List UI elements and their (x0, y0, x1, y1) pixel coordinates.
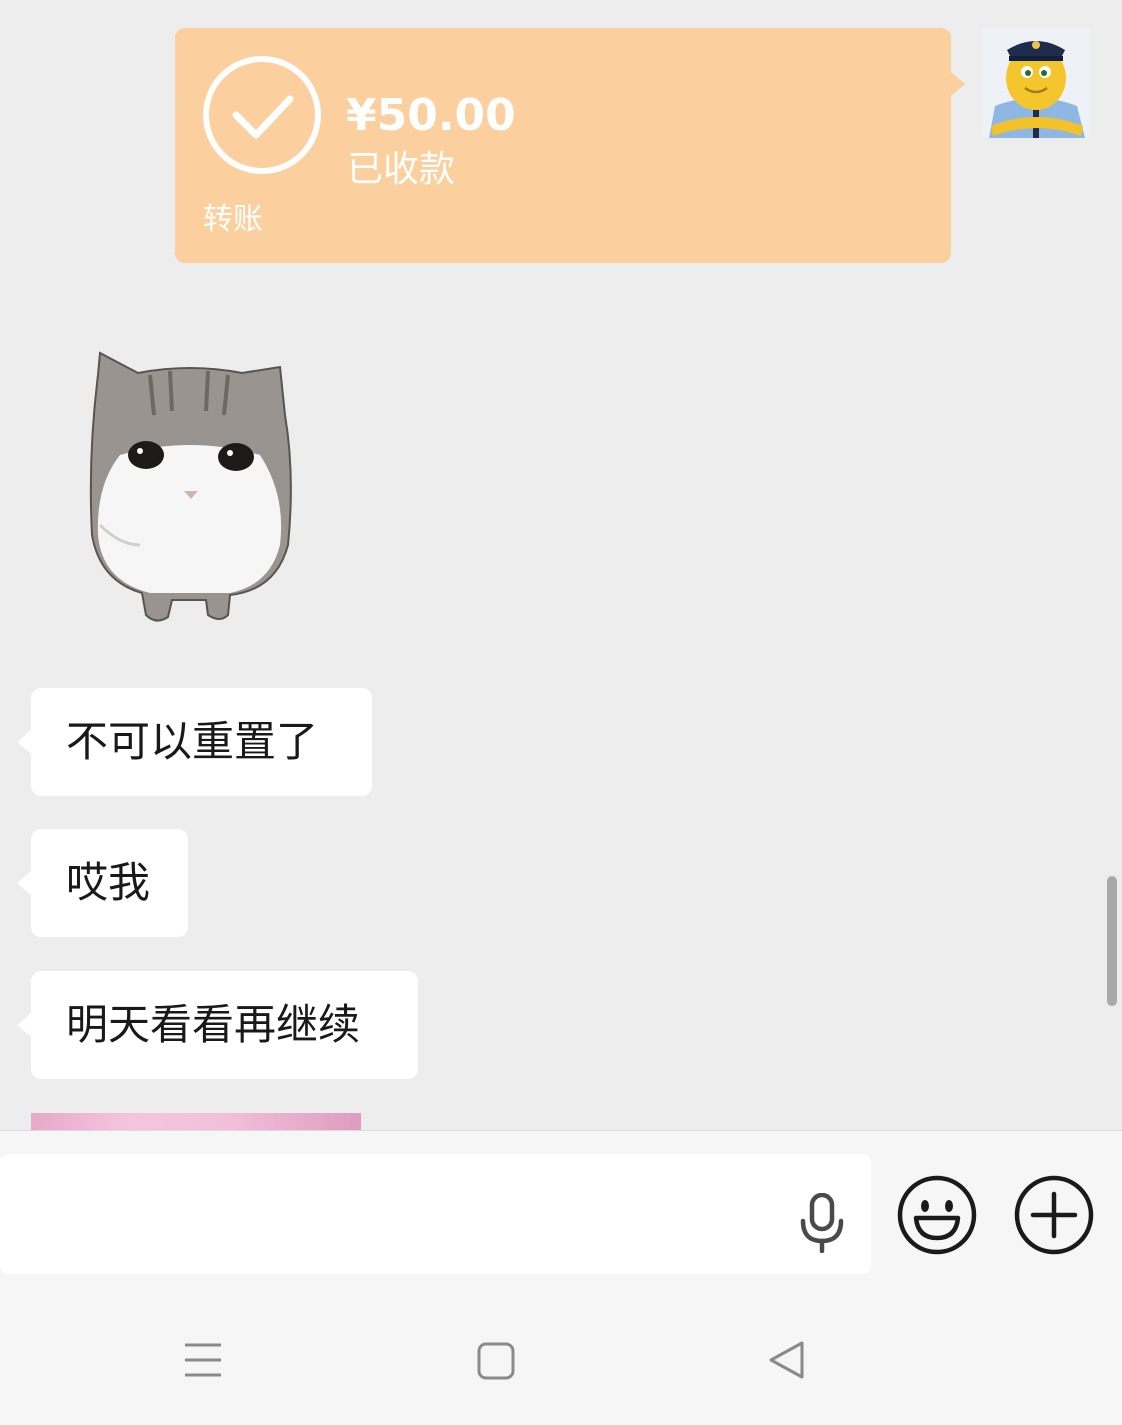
transfer-amount: ¥50.00 (346, 90, 516, 141)
home-square-icon[interactable] (476, 1341, 516, 1381)
partial-image-message[interactable] (31, 1113, 361, 1130)
incoming-text-bubble[interactable]: 不可以重置了 (17, 688, 372, 796)
message-text: 哎我 (66, 858, 151, 907)
message-text: 不可以重置了 (66, 717, 319, 766)
system-navigation-bar (0, 1295, 1122, 1425)
transfer-status: 已收款 (347, 149, 456, 190)
incoming-text-bubble[interactable]: 明天看看再继续 (17, 971, 418, 1079)
check-circle-icon (203, 56, 321, 174)
message-text: 明天看看再继续 (66, 1000, 361, 1049)
emoji-icon[interactable] (896, 1174, 978, 1256)
message-input[interactable] (0, 1154, 871, 1274)
menu-icon[interactable] (183, 1341, 223, 1379)
incoming-text-bubble[interactable]: 哎我 (17, 829, 188, 937)
police-mascot-avatar-image (981, 28, 1091, 138)
scrollbar-thumb[interactable] (1107, 876, 1117, 1006)
plus-icon[interactable] (1013, 1174, 1095, 1256)
transfer-message-card[interactable]: ¥50.00 已收款 转账 (175, 28, 965, 263)
transfer-type-label: 转账 (203, 202, 263, 237)
chat-input-bar (0, 1130, 1122, 1295)
back-triangle-icon[interactable] (766, 1339, 806, 1381)
avatar[interactable] (981, 28, 1091, 138)
mic-icon[interactable] (797, 1193, 847, 1253)
cat-sticker-image[interactable] (80, 345, 310, 635)
chat-message-list[interactable]: ¥50.00 已收款 转账 不可以重置了 哎我 明天看看再继续 (0, 0, 1122, 1130)
